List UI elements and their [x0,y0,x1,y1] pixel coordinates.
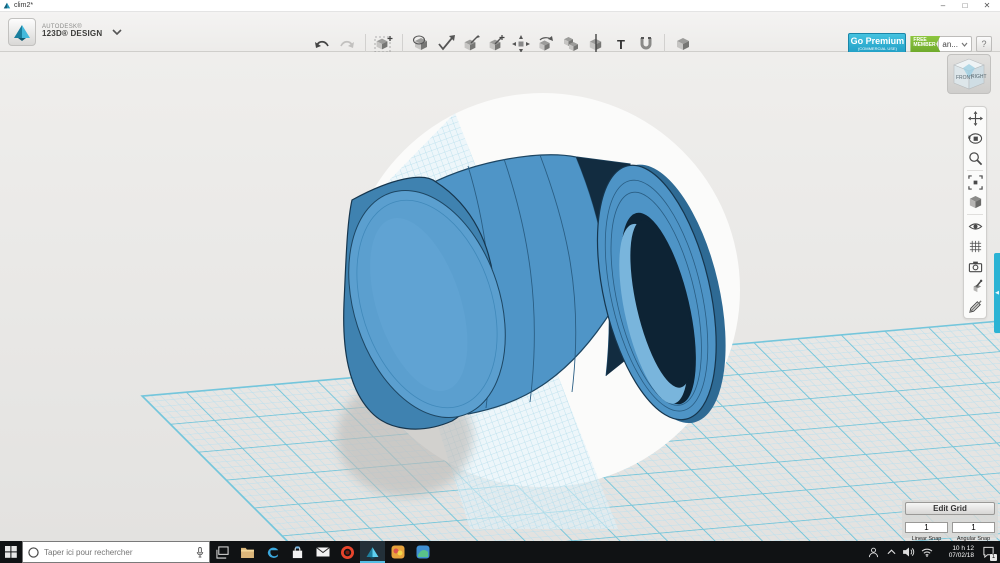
minimize-button[interactable]: – [932,0,954,12]
mic-icon[interactable] [196,546,204,558]
task-view-icon[interactable] [210,541,235,563]
volume-icon[interactable] [900,541,918,563]
visibility-eye-icon[interactable] [966,218,984,235]
help-button[interactable]: ? [976,36,992,52]
app-window: clim2* – □ ✕ AUTODESK® 123D® DESIGN T Go… [0,0,1000,563]
123d-logo [8,17,36,46]
go-premium-label: Go Premium [850,36,905,46]
hide-sketch-icon[interactable] [966,298,984,315]
toolbar-separator [402,34,403,54]
toolbar-separator [664,34,665,54]
system-tray: 10 h 12 07/02/18 1 [864,541,1000,563]
grid-toggle-icon[interactable] [966,238,984,255]
go-premium-sublabel: (COMMERCIAL USE) [857,46,897,51]
pan-icon[interactable] [966,110,984,127]
edit-grid-button[interactable]: Edit Grid [905,502,995,515]
brand-text: AUTODESK® 123D® DESIGN [42,24,102,39]
angular-snap-input[interactable] [952,522,995,533]
app-toolbar: AUTODESK® 123D® DESIGN T Go Premium (COM… [0,12,1000,58]
fit-icon[interactable] [966,174,984,191]
toolbar-separator [365,34,366,54]
clock-time: 10 h 12 [952,544,974,552]
taskbar-search[interactable] [22,541,210,563]
store-icon[interactable] [285,541,310,563]
action-center-icon[interactable]: 1 [976,541,1000,563]
123d-design-icon[interactable] [360,541,385,563]
app-icon-2[interactable] [410,541,435,563]
nav-separator [967,170,983,171]
chevron-down-icon[interactable] [112,28,122,35]
notification-badge: 1 [990,554,997,561]
screenshot-camera-icon[interactable] [966,258,984,275]
orbit-icon[interactable] [966,130,984,147]
app-icon [3,2,11,8]
brand-product: 123D® DESIGN [42,29,103,39]
explorer-icon[interactable] [235,541,260,563]
clock-date: 07/02/18 [948,552,974,559]
nav-separator [967,214,983,215]
search-input[interactable] [44,547,191,557]
wifi-icon[interactable] [918,541,936,563]
document-title: clim2* [14,2,34,9]
windows-taskbar: 10 h 12 07/02/18 1 [0,541,1000,563]
library-drawer-tab[interactable]: ◀ [994,253,1000,333]
user-name: an... [942,39,958,49]
window-titlebar[interactable]: clim2* – □ ✕ [0,0,1000,12]
user-menu[interactable]: an... [938,36,972,52]
text-tool-glyph: T [617,36,625,52]
search-icon [28,546,39,558]
app-menu[interactable]: AUTODESK® 123D® DESIGN [0,17,150,46]
material-icon[interactable] [966,278,984,295]
zoom-icon[interactable] [966,150,984,167]
view-cube[interactable]: FRONT RIGHT [947,54,991,94]
chevron-up-icon[interactable] [882,541,900,563]
navigation-toolbar [963,106,987,319]
start-button[interactable] [0,541,22,563]
people-icon[interactable] [864,541,882,563]
edge-icon[interactable] [260,541,285,563]
restore-button[interactable]: □ [954,0,976,12]
free-member-badge: FREE MEMBER [910,36,941,52]
grid-settings-panel: Edit Grid Linear Snap Angular Snap [902,500,998,542]
viewport[interactable]: FRONT RIGHT ◀ Edit Grid 1 Linear Snap 1 … [0,52,1000,542]
chevron-down-icon [961,42,968,47]
viewcube-right-label: RIGHT [971,74,987,80]
tray-clock[interactable]: 10 h 12 07/02/18 [936,541,976,563]
linear-snap-input[interactable] [905,522,948,533]
scene-3d[interactable] [0,52,1000,541]
close-button[interactable]: ✕ [976,0,998,12]
mail-icon[interactable] [310,541,335,563]
opera-icon[interactable] [335,541,360,563]
app-icon-1[interactable] [385,541,410,563]
shaded-view-icon[interactable] [966,194,984,211]
